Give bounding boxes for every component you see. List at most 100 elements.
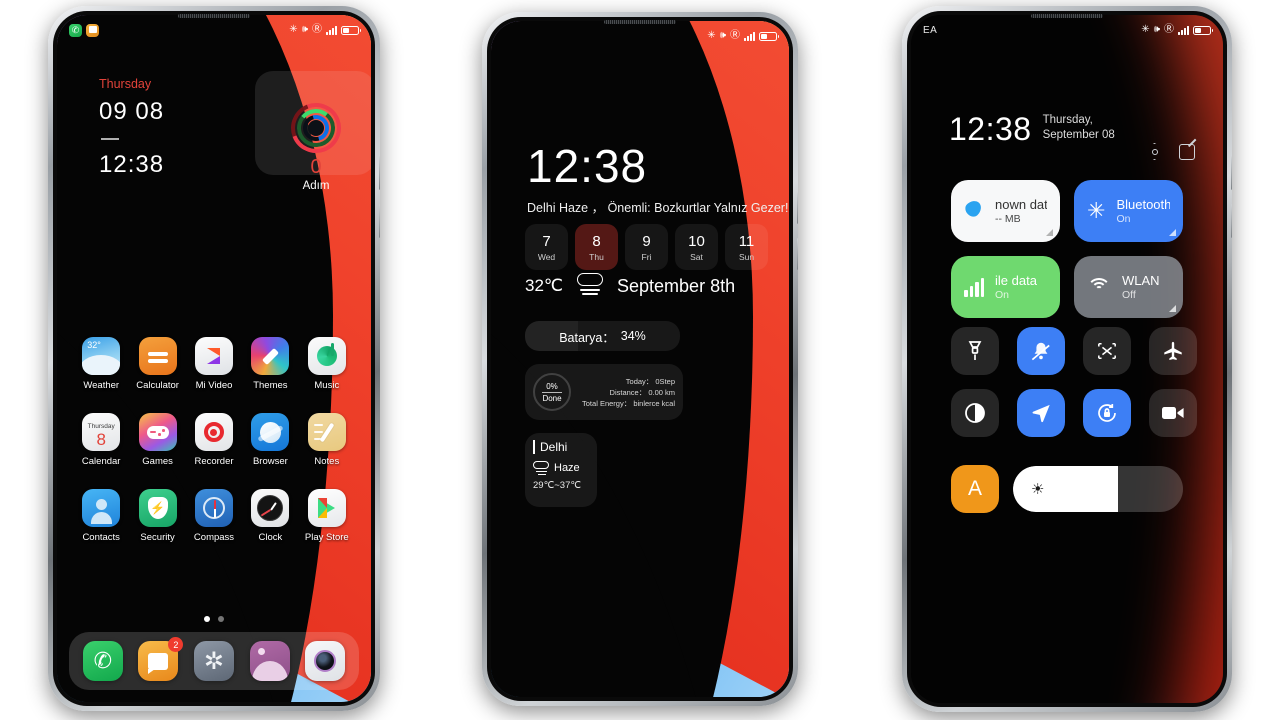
toggle-silent[interactable] [1017, 327, 1065, 375]
app-clock[interactable]: Clock [242, 489, 298, 543]
app-games[interactable]: Games [129, 413, 185, 467]
tile-wlan[interactable]: WLAN Off [1074, 256, 1183, 318]
week-strip[interactable]: 7 Wed 8 Thu 9 Fri 10 Sat 11 Sun [525, 224, 768, 270]
toggle-screenshot[interactable] [1083, 327, 1131, 375]
app-label: Games [142, 456, 173, 467]
day-cell[interactable]: 10 Sat [675, 224, 718, 270]
step-label: Adım [302, 180, 330, 192]
power-button[interactable] [1231, 204, 1232, 238]
app-play-store[interactable]: Play Store [299, 489, 355, 543]
app-label: Contacts [82, 532, 120, 543]
volume-button[interactable] [379, 156, 380, 190]
app-music[interactable]: Music [299, 337, 355, 391]
step-stats: Today： 0Step Distance： 0.00 km Total Ene… [579, 376, 675, 409]
step-card[interactable]: 0% Done Today： 0Step Distance： 0.00 km T… [525, 364, 683, 420]
app-calendar[interactable]: Thursday 8 Calendar [73, 413, 129, 467]
app-label: Compass [193, 532, 235, 543]
dock-camera-icon[interactable] [305, 641, 346, 681]
app-compass[interactable]: Compass [186, 489, 242, 543]
battery-card[interactable]: Batarya： 34% [525, 321, 680, 351]
weather-card[interactable]: Delhi Haze 29℃~37℃ [525, 433, 597, 507]
notes-icon [307, 413, 346, 451]
brightness-sun-icon: ☀ [1031, 481, 1045, 498]
calendar-weekday: Thursday [87, 422, 115, 430]
app-label: Recorder [194, 456, 234, 467]
tile-mobile-data[interactable]: ile data On [951, 256, 1060, 318]
app-weather[interactable]: 32° Weather [73, 337, 129, 391]
tile-expand-corner[interactable] [1169, 305, 1176, 312]
toggle-airplane[interactable] [1149, 327, 1197, 375]
security-icon [138, 489, 177, 527]
battery-icon [341, 25, 361, 35]
toggle-flashlight[interactable] [951, 327, 999, 375]
day-cell-selected[interactable]: 8 Thu [575, 224, 618, 270]
temperature: 32℃ [525, 276, 564, 295]
brightness-row: A ☀ [951, 465, 1183, 513]
power-button[interactable] [379, 204, 380, 238]
page-dot[interactable] [218, 616, 224, 622]
app-recorder[interactable]: Recorder [186, 413, 242, 467]
phone-1-display: ✳ 🕪 Ⓡ Thursday 09 08 12:38 [57, 15, 371, 702]
status-bar: ✳ 🕪 Ⓡ [491, 21, 789, 47]
step-count: 0 [310, 156, 322, 178]
edit-icon[interactable] [1179, 143, 1195, 160]
bluetooth-icon: ✳ [289, 24, 298, 35]
dock-phone-icon[interactable] [82, 641, 123, 681]
page-dot-active[interactable] [204, 616, 210, 622]
messages-badge: 2 [168, 637, 184, 652]
day-cell[interactable]: 7 Wed [525, 224, 568, 270]
app-contacts[interactable]: Contacts [73, 489, 129, 543]
app-browser[interactable]: Browser [242, 413, 298, 467]
step-done-label: Done [542, 391, 562, 403]
cc-big-tiles: nown data plan -- MB ✳ Bluetooth On [951, 180, 1183, 318]
step-counter-widget[interactable]: 0 Adım [282, 94, 350, 192]
dock-gallery-icon[interactable] [249, 641, 290, 681]
dock-messages-icon[interactable]: 2 [138, 637, 184, 681]
themes-icon [251, 337, 290, 375]
day-cell[interactable]: 11 Sun [725, 224, 768, 270]
cc-time: 12:38 [949, 111, 1032, 147]
day-cell[interactable]: 9 Fri [625, 224, 668, 270]
app-security[interactable]: Security [129, 489, 185, 543]
dnd-icon: Ⓡ [730, 30, 740, 41]
tile-data-usage[interactable]: nown data plan -- MB [951, 180, 1060, 242]
app-themes[interactable]: Themes [242, 337, 298, 391]
settings-hex-icon[interactable] [1146, 143, 1163, 160]
tile-sub: On [995, 289, 1010, 301]
cc-header-actions [1146, 143, 1195, 160]
app-grid: 32° Weather Calculator Mi Video Themes M… [73, 337, 355, 543]
progress-ring-icon: 0% Done [533, 373, 571, 411]
weather-temp: 32° [87, 340, 101, 350]
page-indicator[interactable] [57, 616, 371, 622]
tile-expand-corner[interactable] [1046, 229, 1053, 236]
day-weekday: Sun [738, 251, 755, 262]
tile-expand-corner[interactable] [1169, 229, 1176, 236]
power-button[interactable] [797, 238, 798, 270]
status-bar: EA ✳ 🕪 Ⓡ [911, 15, 1223, 41]
battery-icon [759, 31, 779, 41]
tile-sub: Off [1122, 289, 1136, 301]
toggle-dark-mode[interactable] [951, 389, 999, 437]
calendar-day: 8 [96, 429, 106, 449]
app-notes[interactable]: Notes [299, 413, 355, 467]
clock-widget[interactable]: Thursday 09 08 12:38 [99, 77, 164, 179]
battery-icon [1193, 25, 1213, 35]
stat-value: 0Step [655, 376, 675, 386]
volume-button[interactable] [1231, 156, 1232, 190]
toggle-screen-record[interactable] [1149, 389, 1197, 437]
drag-handle[interactable] [1045, 507, 1089, 511]
dock-settings-icon[interactable] [193, 641, 234, 681]
wifi-icon [1087, 278, 1111, 296]
stat-value: binlerce kcal [633, 398, 675, 408]
phone-2-lock-screen: ✳ 🕪 Ⓡ 12:38 Delhi Haze ， Önemli: Bozkurt… [482, 12, 798, 706]
mi-video-icon [194, 337, 233, 375]
app-calculator[interactable]: Calculator [129, 337, 185, 391]
toggle-location[interactable] [1017, 389, 1065, 437]
toggle-rotation-lock[interactable] [1083, 389, 1131, 437]
tile-bluetooth[interactable]: ✳ Bluetooth On [1074, 180, 1183, 242]
volume-button[interactable] [797, 192, 798, 224]
auto-brightness-button[interactable]: A [951, 465, 999, 513]
app-mi-video[interactable]: Mi Video [186, 337, 242, 391]
dock: 2 [69, 632, 359, 690]
brightness-slider[interactable]: ☀ [1013, 466, 1183, 512]
